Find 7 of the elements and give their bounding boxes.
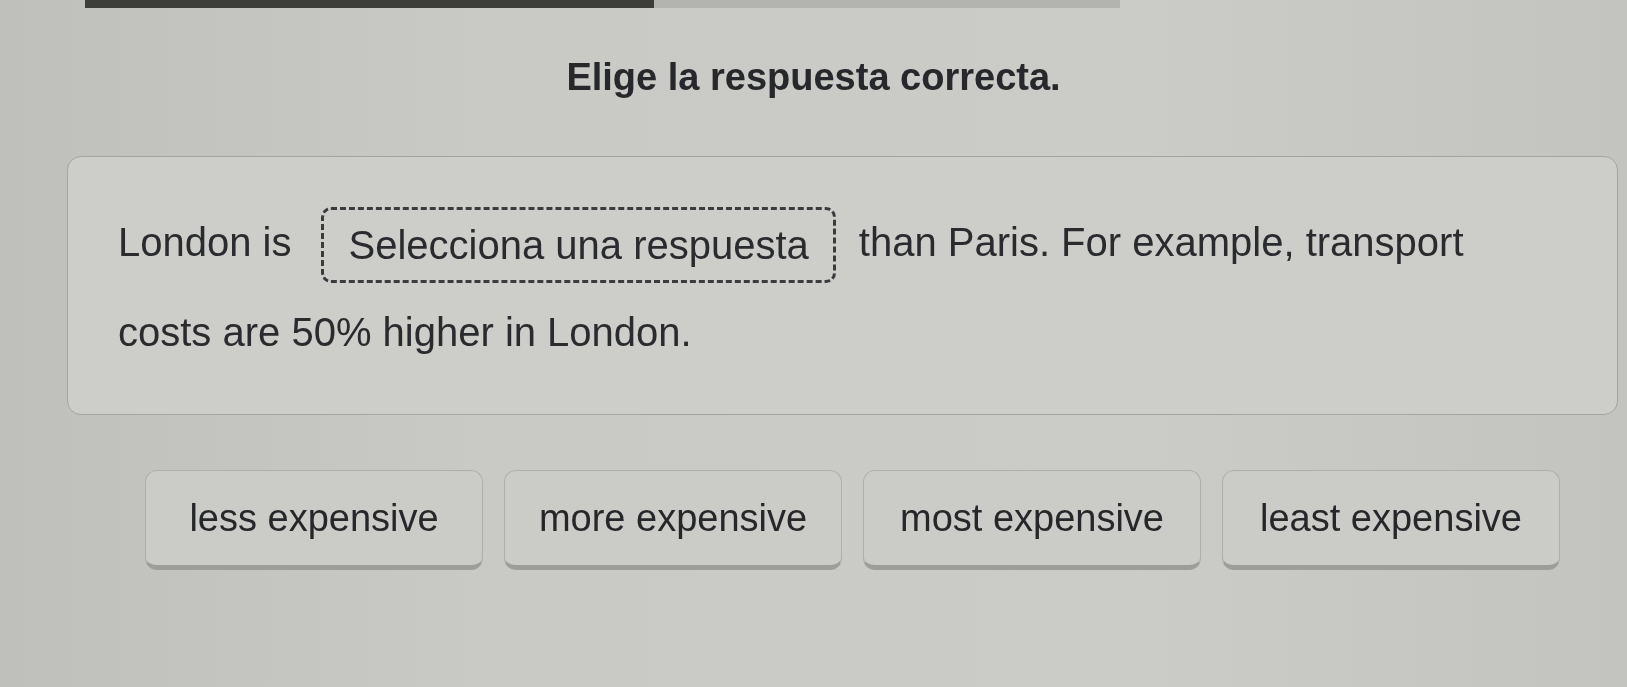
- answer-option-button[interactable]: more expensive: [504, 470, 842, 570]
- question-sentence: London is Selecciona una respuesta than Paris. For example, transport costs are 50% higher in London.: [118, 197, 1508, 377]
- answer-blank[interactable]: Selecciona una respuesta: [321, 207, 836, 284]
- answer-option-button[interactable]: least expensive: [1222, 470, 1560, 570]
- answer-option-button[interactable]: most expensive: [863, 470, 1201, 570]
- instruction-text: Elige la respuesta correcta.: [566, 55, 1061, 100]
- answer-option-button[interactable]: less expensive: [145, 470, 483, 570]
